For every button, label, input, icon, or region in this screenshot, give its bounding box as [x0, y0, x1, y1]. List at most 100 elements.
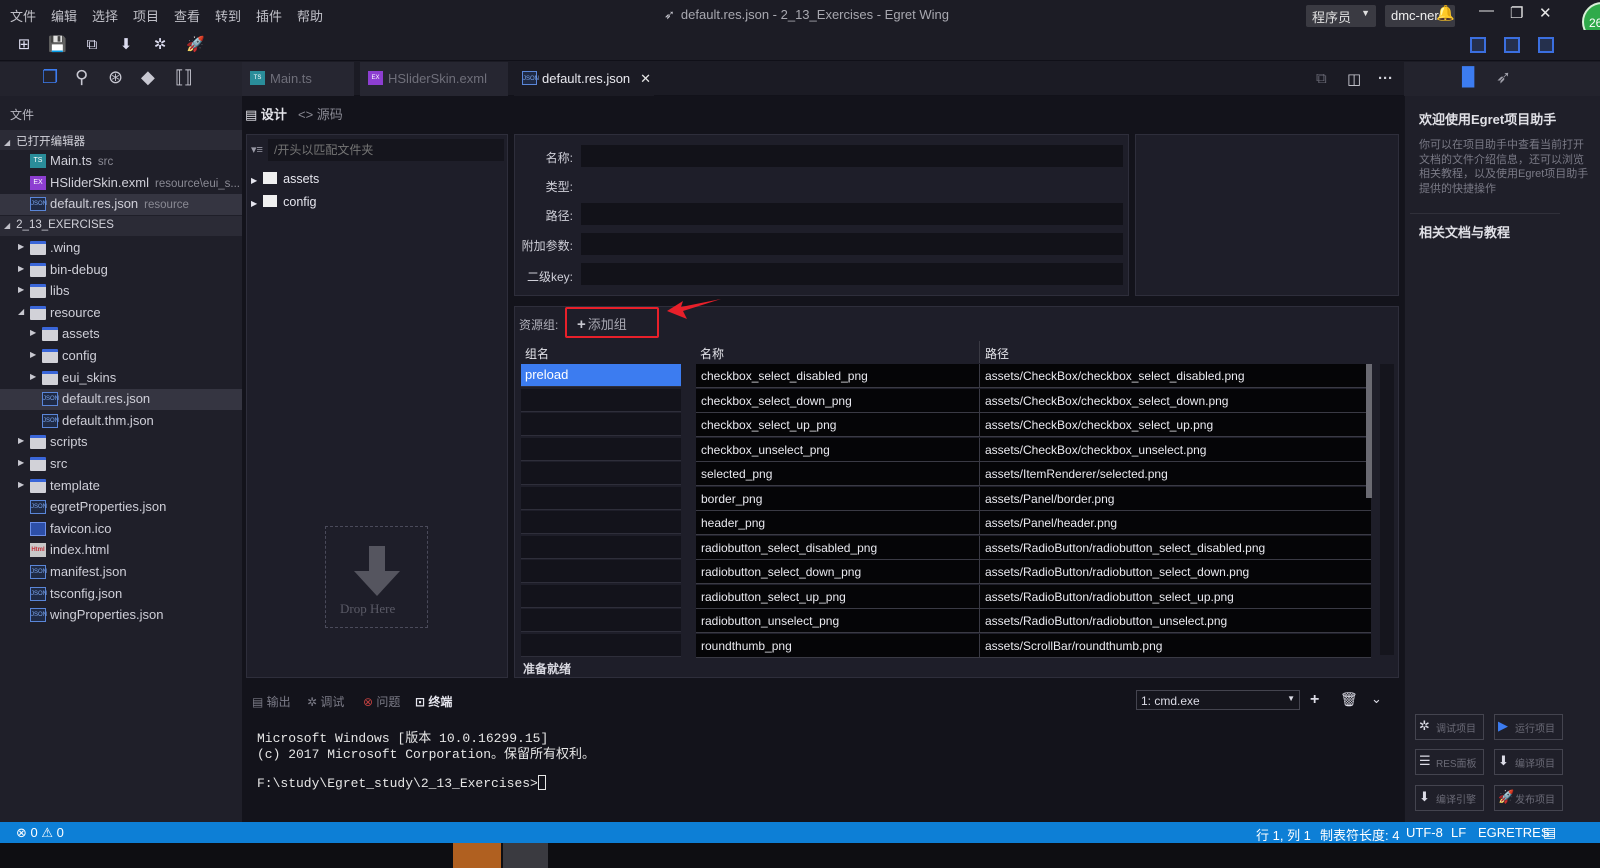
file-tree-item[interactable]: ▶ assets [0, 324, 242, 345]
menu-item[interactable]: 插件 [256, 6, 282, 25]
taskbar-app[interactable] [453, 843, 501, 868]
file-tree-item[interactable]: ▶ config [0, 346, 242, 367]
trash-icon[interactable]: 🗑 [1340, 691, 1358, 708]
res-panel-button[interactable]: ☰ RES面板 [1415, 749, 1484, 775]
source-mode-tab[interactable]: <> 源码 [298, 104, 343, 123]
publish-icon[interactable]: 🚀 [186, 36, 205, 54]
file-tree-item[interactable]: JSON manifest.json [0, 562, 242, 583]
collapsed-arrow-icon[interactable]: ▶ [30, 372, 36, 381]
taskbar-app[interactable] [503, 843, 548, 868]
extra-params-field[interactable] [581, 233, 1123, 255]
resource-row[interactable]: radiobutton_select_up_png assets/RadioBut… [696, 584, 1371, 609]
collapsed-arrow-icon[interactable]: ▶ [30, 328, 36, 337]
resource-row[interactable]: radiobutton_select_disabled_png assets/Ra… [696, 535, 1371, 560]
save-icon[interactable]: 💾 [48, 36, 67, 54]
subkey-field[interactable] [581, 263, 1123, 285]
tab-hsliderskin-exml[interactable]: EX HSliderSkin.exml [360, 62, 508, 96]
open-editor-item[interactable]: JSON default.res.json resource [0, 194, 242, 215]
menu-item[interactable]: 帮助 [297, 6, 323, 25]
publish-project-button[interactable]: 🚀 发布项目 [1494, 785, 1563, 811]
collapsed-arrow-icon[interactable]: ▶ [18, 436, 24, 445]
resource-row[interactable]: selected_png assets/ItemRenderer/selected… [696, 462, 1371, 486]
file-tree-item[interactable]: ▶ src [0, 454, 242, 475]
file-tree-item[interactable]: JSON default.thm.json [0, 411, 242, 432]
close-window-button[interactable]: ✕ [1539, 4, 1552, 22]
path-field[interactable] [581, 203, 1123, 225]
tab-debug[interactable]: ✲ 调试 [307, 693, 344, 710]
menu-item[interactable]: 转到 [215, 6, 241, 25]
restore-button[interactable]: ❐ [1510, 4, 1523, 22]
resource-row[interactable]: radiobutton_unselect_png assets/RadioButt… [696, 609, 1371, 633]
collapsed-arrow-icon[interactable]: ▶ [18, 285, 24, 294]
tab-main-ts[interactable]: TS Main.ts [242, 62, 354, 96]
file-tree-item[interactable]: ▶ libs [0, 281, 242, 302]
filter-icon[interactable]: ▾≡ [251, 143, 263, 156]
cursor-position[interactable]: 行 1, 列 1 [1256, 825, 1311, 844]
file-tree-item[interactable]: JSON wingProperties.json [0, 605, 242, 626]
resource-list-scrollbar[interactable] [1366, 364, 1372, 498]
find-in-file-icon[interactable]: ⧉ [1316, 70, 1327, 87]
file-tree-item[interactable]: ▶ .wing [0, 238, 242, 259]
brackets-icon[interactable]: ⟦⟧ [175, 67, 193, 88]
tab-problems[interactable]: ⊗ 问题 [363, 693, 400, 710]
resource-row[interactable]: roundthumb_png assets/ScrollBar/roundthum… [696, 633, 1371, 658]
file-tree-item[interactable]: JSON tsconfig.json [0, 584, 242, 605]
feedback-icon[interactable]: ▤ [1543, 824, 1556, 841]
menu-item[interactable]: 文件 [10, 6, 36, 25]
toggle-sidebar-icon[interactable] [1470, 37, 1486, 53]
tab-output[interactable]: ▤ 输出 [252, 693, 291, 710]
file-tree-item[interactable]: Html index.html [0, 540, 242, 561]
extensions-icon[interactable]: ⊛ [108, 67, 123, 88]
terminal-select[interactable]: 1: cmd.exe ▼ [1136, 690, 1300, 710]
resource-row[interactable]: radiobutton_select_down_png assets/RadioB… [696, 560, 1371, 584]
resource-list-scroll-track[interactable] [1380, 364, 1394, 655]
menu-item[interactable]: 选择 [92, 6, 118, 25]
resource-row[interactable]: checkbox_select_up_png assets/CheckBox/ch… [696, 413, 1371, 437]
tab-size[interactable]: 制表符长度: 4 [1320, 825, 1399, 844]
close-tab-icon[interactable]: ✕ [640, 71, 651, 86]
collapsed-arrow-icon[interactable]: ▶ [18, 458, 24, 467]
search-icon[interactable]: ⚲ [75, 67, 88, 88]
collapse-panel-icon[interactable]: ⌄ [1371, 691, 1382, 707]
toggle-panel-icon[interactable] [1504, 37, 1520, 53]
folder-filter-input[interactable] [268, 139, 504, 161]
folder-assets[interactable]: ▶ assets [251, 172, 319, 186]
expanded-arrow-icon[interactable]: ◢ [18, 307, 24, 316]
encoding[interactable]: UTF-8 [1406, 825, 1443, 840]
collapsed-arrow-icon[interactable]: ▶ [30, 350, 36, 359]
file-tree-item[interactable]: ▶ template [0, 476, 242, 497]
design-mode-tab[interactable]: ▤ 设计 [245, 104, 287, 123]
open-editor-item[interactable]: TS Main.ts src [0, 151, 242, 172]
bell-icon[interactable]: 🔔 [1436, 4, 1455, 22]
collapsed-arrow-icon[interactable]: ▶ [18, 480, 24, 489]
file-tree-item[interactable]: JSON egretProperties.json [0, 497, 242, 518]
resource-row[interactable]: header_png assets/Panel/header.png [696, 511, 1371, 535]
tab-terminal[interactable]: ⊡ 终端 [415, 693, 452, 710]
docs-book-icon[interactable]: ▉ [1462, 67, 1476, 88]
name-field[interactable] [581, 145, 1123, 167]
open-editor-item[interactable]: EX HSliderSkin.exml resource\eui_s... [0, 173, 242, 194]
menu-item[interactable]: 编辑 [51, 6, 77, 25]
debug-icon[interactable]: ✲ [151, 36, 169, 54]
new-project-icon[interactable]: ⊞ [15, 36, 33, 54]
file-tree-item[interactable]: ▶ eui_skins [0, 368, 242, 389]
project-section[interactable]: ◢ 2_13_EXERCISES [0, 216, 242, 236]
explorer-icon[interactable]: ❐ [42, 67, 58, 88]
egret-wing-icon[interactable]: ➶ [1496, 67, 1511, 88]
group-item[interactable]: preload [521, 364, 681, 387]
end-of-line[interactable]: LF [1451, 825, 1466, 840]
resource-row[interactable]: checkbox_select_disabled_png assets/Check… [696, 364, 1371, 388]
errors-indicator[interactable]: ⊗ 0 ⚠ 0 [16, 825, 64, 841]
compile-engine-button[interactable]: ⬇ 编译引擎 [1415, 785, 1484, 811]
file-tree-item[interactable]: JSON default.res.json [0, 389, 242, 411]
file-tree-item[interactable]: ▶ bin-debug [0, 260, 242, 281]
resource-row[interactable]: border_png assets/Panel/border.png [696, 486, 1371, 511]
more-actions-icon[interactable]: ··· [1378, 70, 1393, 87]
file-tree-item[interactable]: ◢ resource [0, 303, 242, 324]
save-all-icon[interactable]: ⧉ [83, 36, 101, 54]
build-icon[interactable]: ⬇ [117, 36, 135, 54]
split-editor-icon[interactable]: ◫ [1347, 70, 1361, 88]
tab-default-res-json[interactable]: JSON default.res.json ✕ [514, 62, 654, 96]
collapsed-arrow-icon[interactable]: ▶ [18, 242, 24, 251]
menu-item[interactable]: 查看 [174, 6, 200, 25]
